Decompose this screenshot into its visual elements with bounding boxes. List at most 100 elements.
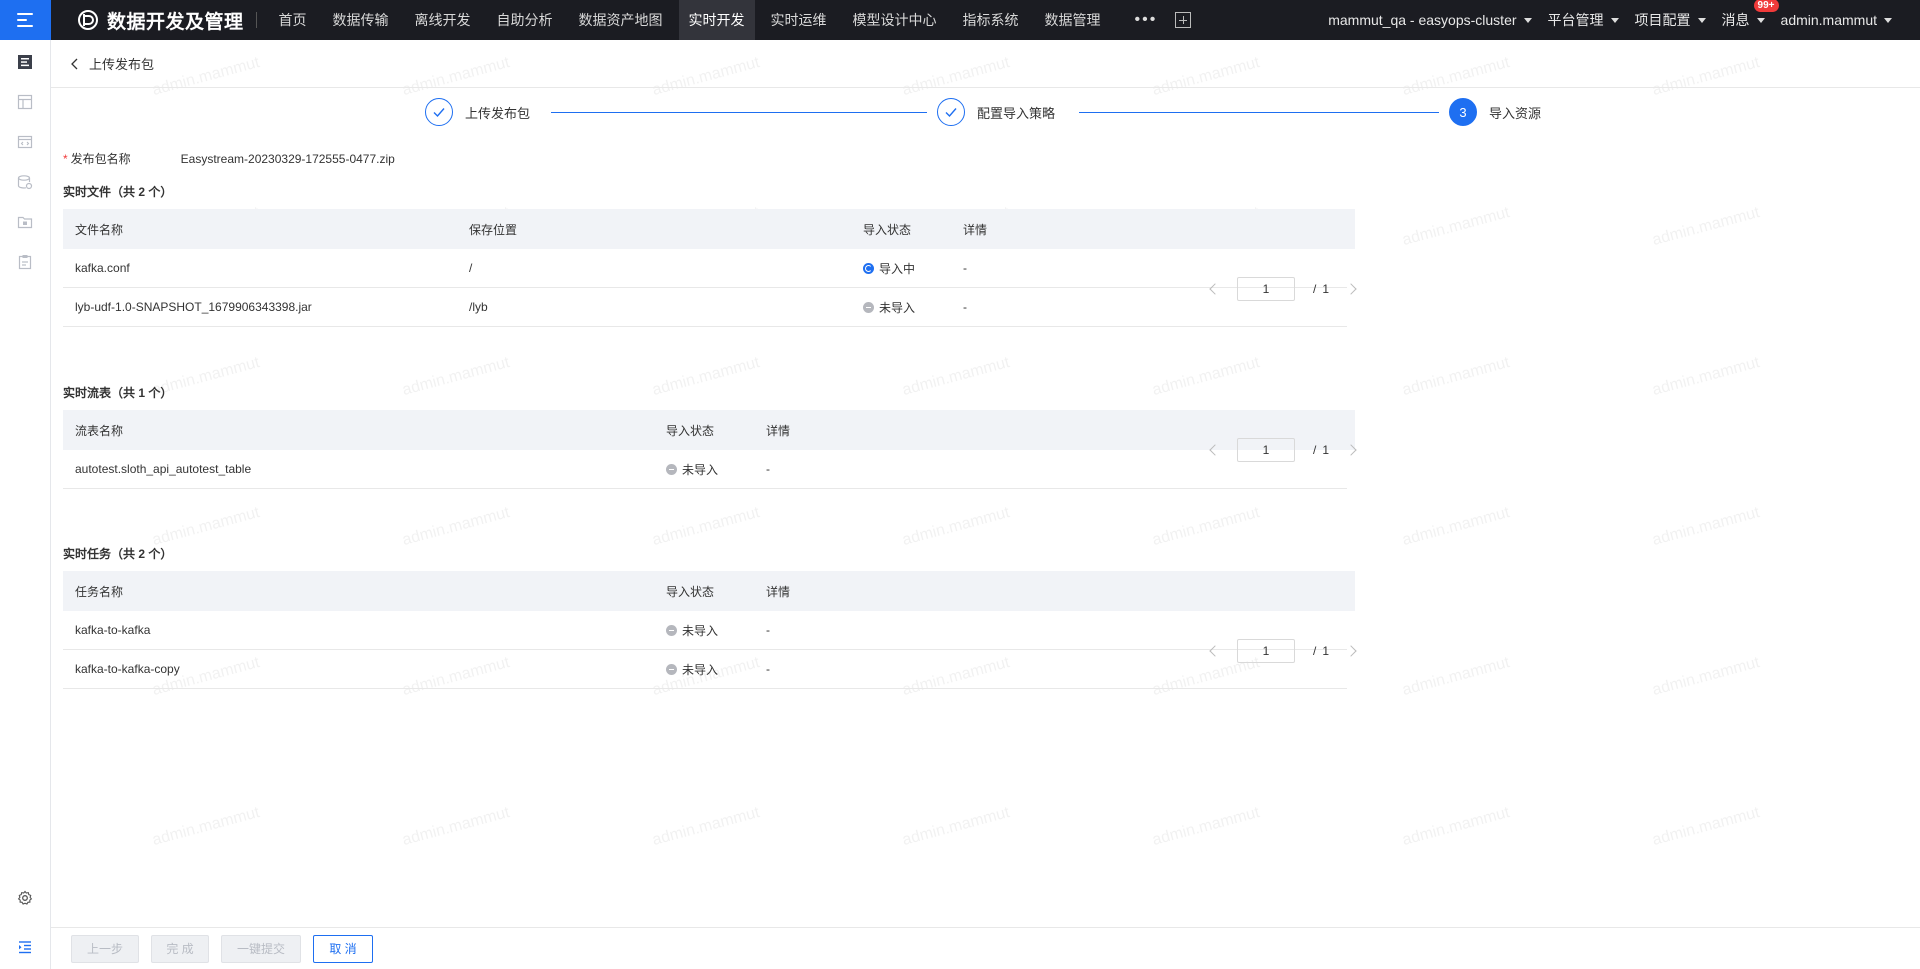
nav-item[interactable]: 指标系统 — [953, 0, 1029, 40]
cancel-button[interactable]: 取 消 — [313, 934, 373, 963]
nav-menu: 首页 数据传输 离线开发 自助分析 数据资产地图 实时开发 实时运维 模型设计中心 指标系统 数据… — [269, 0, 1117, 40]
package-name-value: Easystream-20230329-172555-0477.zip — [180, 151, 395, 166]
back-icon[interactable] — [69, 58, 81, 70]
column-header: 流表名称 — [75, 423, 124, 438]
prev-page-icon[interactable] — [1209, 444, 1221, 456]
clipboard-icon[interactable] — [17, 254, 33, 270]
project-menu[interactable]: 项目配置 — [1635, 10, 1706, 30]
brand-title: 数据开发及管理 — [107, 11, 244, 33]
chevron-down-icon — [1884, 17, 1892, 23]
menu-toggle-button[interactable] — [0, 0, 51, 40]
import-status: 未导入 — [654, 622, 754, 639]
nav-item[interactable]: 实时运维 — [761, 0, 837, 40]
step-number: 3 — [1449, 98, 1477, 126]
status-text: 未导入 — [682, 623, 719, 638]
files-section-title: 实时文件（共 2 个） — [63, 185, 173, 199]
detail: - — [766, 462, 770, 476]
brand[interactable]: 数据开发及管理 — [77, 7, 244, 34]
next-page-icon[interactable] — [1345, 645, 1357, 657]
column-header: 导入状态 — [666, 584, 715, 599]
prev-page-icon[interactable] — [1209, 645, 1221, 657]
required-mark: * — [63, 151, 68, 166]
table-row: kafka.conf / 导入中 - — [63, 249, 1347, 288]
cluster-label: mammut_qa - easyops-cluster — [1328, 12, 1517, 28]
database-icon[interactable] — [17, 174, 33, 190]
column-header: 任务名称 — [75, 584, 124, 599]
finish-button[interactable]: 完 成 — [151, 934, 209, 963]
minus-circle-icon — [863, 301, 874, 313]
nav-item[interactable]: 数据资产地图 — [569, 0, 673, 40]
detail: - — [963, 261, 967, 275]
table-row: kafka-to-kafka-copy 未导入 - — [63, 650, 1347, 689]
column-header: 导入状态 — [666, 423, 715, 438]
collapse-sidebar-icon[interactable] — [17, 939, 33, 955]
nav-item[interactable]: 首页 — [269, 0, 317, 40]
import-status: 未导入 — [654, 661, 754, 678]
files-table: 文件名称 保存位置 导入状态 详情 kafka.conf / 导入中 - lyb… — [63, 209, 1355, 327]
platform-label: 平台管理 — [1547, 12, 1604, 28]
page-input[interactable]: 1 — [1236, 639, 1295, 663]
column-header: 详情 — [963, 222, 988, 237]
column-header: 详情 — [766, 584, 791, 599]
detail: - — [963, 300, 967, 314]
page-input[interactable]: 1 — [1236, 438, 1295, 462]
total-pages: 1 — [1322, 443, 1329, 457]
nav-item[interactable]: 实时开发 — [678, 0, 755, 40]
streams-pagination: 1 / 1 — [1209, 438, 1357, 462]
table-icon[interactable] — [17, 94, 33, 110]
step-label: 导入资源 — [1489, 105, 1542, 121]
import-status: 未导入 — [851, 299, 951, 316]
chevron-down-icon — [1523, 17, 1532, 23]
nav-item[interactable]: 数据传输 — [323, 0, 399, 40]
message-count-badge: 99+ — [1753, 0, 1779, 12]
nav-item[interactable]: 模型设计中心 — [843, 0, 947, 40]
settings-icon[interactable] — [17, 890, 33, 906]
nav-item[interactable]: 自助分析 — [487, 0, 563, 40]
platform-menu[interactable]: 平台管理 — [1548, 10, 1619, 30]
check-icon — [937, 98, 965, 126]
add-tab-icon[interactable] — [1175, 12, 1192, 28]
chevron-down-icon — [1610, 17, 1619, 23]
step-label: 上传发布包 — [465, 105, 531, 121]
step-connector — [551, 112, 927, 113]
status-text: 未导入 — [682, 462, 719, 477]
nav-item[interactable]: 数据管理 — [1035, 0, 1111, 40]
page-title: 上传发布包 — [89, 57, 155, 72]
page-input[interactable]: 1 — [1236, 277, 1295, 301]
more-icon[interactable]: ••• — [1135, 11, 1158, 29]
page-header: 上传发布包 — [51, 40, 1920, 88]
minus-circle-icon — [666, 663, 677, 675]
file-name: lyb-udf-1.0-SNAPSHOT_1679906343398.jar — [75, 300, 312, 314]
next-page-icon[interactable] — [1345, 283, 1357, 295]
nav-divider — [255, 12, 257, 28]
step-config: 配置导入策略 — [937, 98, 1055, 126]
main-content: 上传发布包 上传发布包 配置导入策略 3 导入资源 * 发布包名称 Easyst… — [51, 40, 1920, 969]
messages-menu[interactable]: 消息 99+ — [1722, 0, 1779, 30]
files-pagination: 1 / 1 — [1209, 277, 1357, 301]
status-text: 未导入 — [879, 300, 916, 315]
package-name-label: 发布包名称 — [70, 152, 131, 166]
user-name: admin.mammut — [1780, 12, 1877, 28]
prev-step-button[interactable]: 上一步 — [71, 934, 139, 963]
step-connector — [1079, 112, 1439, 113]
nav-item[interactable]: 离线开发 — [405, 0, 481, 40]
submit-all-button[interactable]: 一键提交 — [221, 934, 301, 963]
tasks-pagination: 1 / 1 — [1209, 639, 1357, 663]
dev-list-icon[interactable] — [17, 54, 33, 70]
cluster-selector[interactable]: mammut_qa - easyops-cluster — [1328, 12, 1532, 28]
file-location: /lyb — [469, 300, 488, 314]
code-icon[interactable] — [17, 134, 33, 150]
status-text: 未导入 — [682, 662, 719, 677]
step-upload: 上传发布包 — [425, 98, 530, 126]
task-name: kafka-to-kafka — [75, 623, 151, 637]
step-label: 配置导入策略 — [977, 105, 1056, 121]
next-page-icon[interactable] — [1345, 444, 1357, 456]
minus-circle-icon — [666, 463, 677, 475]
column-header: 文件名称 — [75, 222, 124, 237]
file-location: / — [469, 261, 473, 275]
table-row: kafka-to-kafka 未导入 - — [63, 611, 1347, 650]
prev-page-icon[interactable] — [1209, 283, 1221, 295]
user-menu[interactable]: admin.mammut — [1781, 12, 1892, 28]
top-nav: 数据开发及管理 首页 数据传输 离线开发 自助分析 数据资产地图 实时开发 实时运维 模型设计… — [0, 0, 1920, 40]
folder-icon[interactable] — [17, 214, 33, 230]
